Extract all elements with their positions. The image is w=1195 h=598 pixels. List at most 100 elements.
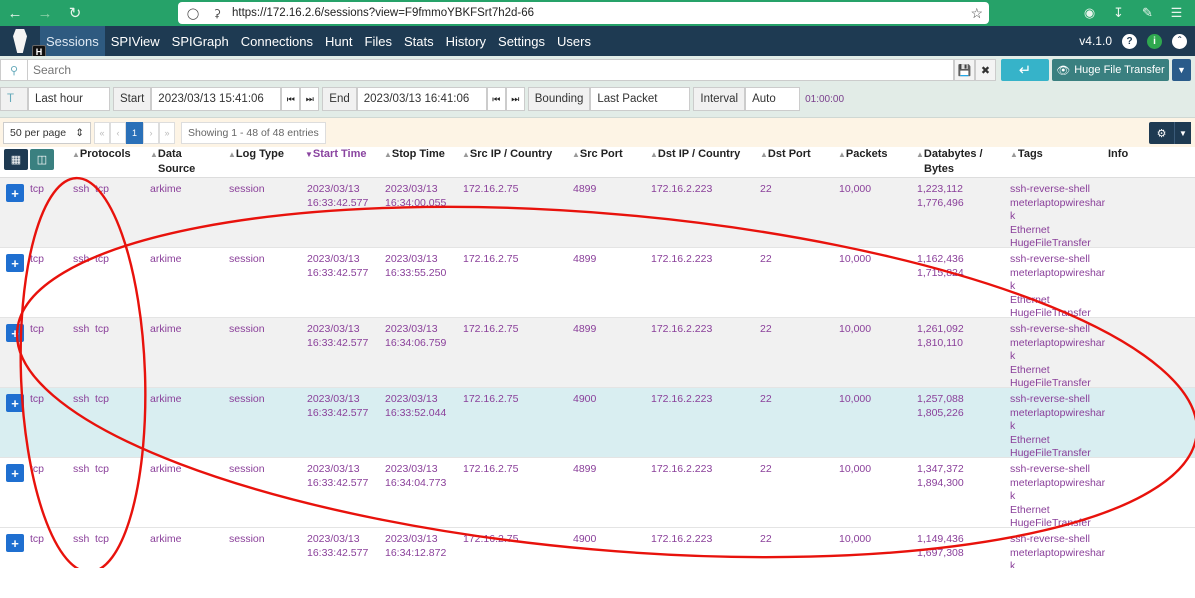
cell-start-time-value[interactable]: 2023/03/13 <box>307 253 368 267</box>
cell-src-ip-value[interactable]: 172.16.2.75 <box>463 463 518 477</box>
cell-start-time-value[interactable]: 16:33:42.577 <box>307 267 368 281</box>
cell-databytes-value[interactable]: 1,149,436 <box>917 533 964 547</box>
cell-data-source-value[interactable]: arkime <box>150 463 182 477</box>
cell-dst-port[interactable]: 22 <box>760 323 772 337</box>
shield-icon[interactable]: ◯ <box>184 7 202 20</box>
cell-stop-time-value[interactable]: 16:33:55.250 <box>385 267 446 281</box>
nav-hunt[interactable]: Hunt <box>319 26 358 56</box>
cell-start-time[interactable]: 2023/03/13 16:33:42.577 <box>307 323 368 350</box>
cell-dst-ip-value[interactable]: 172.16.2.223 <box>651 253 712 267</box>
cell-protocol-tcp[interactable]: tcp <box>95 253 109 267</box>
cell-dst-ip[interactable]: 172.16.2.223 <box>651 253 712 267</box>
table-row[interactable]: + tcp ssh tcp arkime session 2023/03/13 16:33:4… <box>0 318 1195 391</box>
table-row[interactable]: + tcp ssh tcp arkime session 2023/03/13 16:33:4… <box>0 388 1195 459</box>
next-page-button[interactable]: › <box>143 121 159 144</box>
column-grid-icon[interactable]: ▦ <box>4 149 28 170</box>
cell-databytes-value[interactable]: 1,715,824 <box>917 267 964 281</box>
cell-tags-value[interactable]: k <box>1010 490 1105 504</box>
cell-packets[interactable]: 10,000 <box>839 463 871 477</box>
view-dropdown-caret[interactable]: ▼ <box>1172 59 1191 81</box>
cell-tags[interactable]: ssh-reverse-shellmeterlaptopwiresharkEth… <box>1010 533 1105 568</box>
cell-start-time[interactable]: 2023/03/13 16:33:42.577 <box>307 463 368 490</box>
cell-src-port-value[interactable]: 4899 <box>573 463 596 477</box>
col-stop-time[interactable]: ▲Stop Time <box>384 147 445 162</box>
cell-start-time-value[interactable]: 2023/03/13 <box>307 323 368 337</box>
cell-src-port[interactable]: 4899 <box>573 253 596 267</box>
cell-tags-value[interactable]: Ethernet <box>1010 364 1105 378</box>
cell-tags-value[interactable]: Ethernet <box>1010 294 1105 308</box>
cell-protocol-tcp-value[interactable]: tcp <box>95 183 109 197</box>
cell-protocol-value[interactable]: tcp <box>30 183 44 197</box>
cell-protocol-tcp-value[interactable]: tcp <box>95 253 109 267</box>
cell-protocol-value[interactable]: tcp <box>30 323 44 337</box>
cell-src-ip[interactable]: 172.16.2.75 <box>463 463 518 477</box>
cell-src-port[interactable]: 4899 <box>573 463 596 477</box>
cell-databytes-value[interactable]: 1,805,226 <box>917 407 964 421</box>
cell-data-source-value[interactable]: arkime <box>150 393 182 407</box>
cell-start-time-value[interactable]: 2023/03/13 <box>307 463 368 477</box>
cell-tags-value[interactable]: meterlaptopwireshar <box>1010 337 1105 351</box>
cell-data-source-value[interactable]: arkime <box>150 183 182 197</box>
cell-packets-value[interactable]: 10,000 <box>839 183 871 197</box>
cell-tags-value[interactable]: Ethernet <box>1010 434 1105 448</box>
nav-stats[interactable]: Stats <box>398 26 440 56</box>
cell-src-port-value[interactable]: 4899 <box>573 183 596 197</box>
cell-src-ip[interactable]: 172.16.2.75 <box>463 323 518 337</box>
col-databytes[interactable]: ▲Databytes / Bytes <box>916 147 983 177</box>
col-dst-port[interactable]: ▲Dst Port <box>760 147 811 162</box>
cell-protocol-value[interactable]: tcp <box>30 393 44 407</box>
col-src-ip[interactable]: ▲Src IP / Country <box>462 147 552 162</box>
cell-databytes-value[interactable]: 1,257,088 <box>917 393 964 407</box>
col-start-time[interactable]: ▼Start Time <box>305 147 367 162</box>
nav-history[interactable]: History <box>440 26 492 56</box>
cell-dst-port[interactable]: 22 <box>760 393 772 407</box>
cell-start-time[interactable]: 2023/03/13 16:33:42.577 <box>307 393 368 420</box>
cell-databytes[interactable]: 1,257,088 1,805,226 <box>917 393 964 420</box>
cell-src-ip[interactable]: 172.16.2.75 <box>463 393 518 407</box>
cell-start-time-value[interactable]: 2023/03/13 <box>307 393 368 407</box>
cell-packets-value[interactable]: 10,000 <box>839 533 871 547</box>
cell-dst-port-value[interactable]: 22 <box>760 183 772 197</box>
cell-stop-time[interactable]: 2023/03/13 16:34:00.055 <box>385 183 446 210</box>
url-text[interactable]: https://172.16.2.6/sessions?view=F9fmmoY… <box>232 7 534 19</box>
cell-protocol-value[interactable]: tcp <box>30 253 44 267</box>
end-prev-icon[interactable]: ⏮ <box>486 87 506 111</box>
col-protocols[interactable]: ▲Protocols <box>72 147 131 162</box>
cell-tags-value[interactable]: k <box>1010 560 1105 568</box>
cell-databytes[interactable]: 1,347,372 1,894,300 <box>917 463 964 490</box>
expand-row-button[interactable]: + <box>6 464 24 482</box>
cell-packets-value[interactable]: 10,000 <box>839 393 871 407</box>
search-input[interactable] <box>28 59 954 81</box>
cell-stop-time-value[interactable]: 16:34:00.055 <box>385 197 446 211</box>
cell-protocol[interactable]: tcp <box>30 393 44 407</box>
time-range-select[interactable]: Last hour <box>28 87 110 111</box>
save-search-icon[interactable]: 💾 <box>954 59 975 81</box>
cell-packets[interactable]: 10,000 <box>839 323 871 337</box>
bounding-select[interactable]: Last Packet <box>590 87 691 111</box>
reload-icon[interactable]: ↻ <box>60 0 90 26</box>
cell-src-ip-value[interactable]: 172.16.2.75 <box>463 533 518 547</box>
cell-src-port[interactable]: 4900 <box>573 533 596 547</box>
col-data-source[interactable]: ▲Data Source <box>150 147 195 177</box>
cell-data-source[interactable]: arkime <box>150 183 182 197</box>
table-row[interactable]: + tcp ssh tcp arkime session 2023/03/13 16:33:4… <box>0 178 1195 249</box>
nav-connections[interactable]: Connections <box>235 26 319 56</box>
cell-stop-time-value[interactable]: 2023/03/13 <box>385 533 446 547</box>
cell-stop-time-value[interactable]: 16:34:12.872 <box>385 547 446 561</box>
cell-tags-value[interactable]: ssh-reverse-shell <box>1010 533 1105 547</box>
table-row[interactable]: + tcp ssh tcp arkime session 2023/03/13 16:33:4… <box>0 458 1195 529</box>
cell-databytes-value[interactable]: 1,223,112 <box>917 183 964 197</box>
pocket-icon[interactable]: ◉ <box>1075 5 1104 21</box>
cell-src-ip-value[interactable]: 172.16.2.75 <box>463 253 518 267</box>
cell-src-port[interactable]: 4900 <box>573 393 596 407</box>
cell-stop-time-value[interactable]: 2023/03/13 <box>385 463 446 477</box>
cell-databytes-value[interactable]: 1,162,436 <box>917 253 964 267</box>
cell-protocol-value[interactable]: tcp <box>30 463 44 477</box>
cell-tags[interactable]: ssh-reverse-shellmeterlaptopwiresharkEth… <box>1010 323 1105 391</box>
cell-protocol-tcp[interactable]: tcp <box>95 393 109 407</box>
cell-start-time-value[interactable]: 2023/03/13 <box>307 533 368 547</box>
cell-protocol-ssh[interactable]: ssh <box>73 323 89 337</box>
nav-sessions[interactable]: Sessions <box>40 26 105 56</box>
cell-src-ip-value[interactable]: 172.16.2.75 <box>463 183 518 197</box>
cell-log-type-value[interactable]: session <box>229 183 265 197</box>
